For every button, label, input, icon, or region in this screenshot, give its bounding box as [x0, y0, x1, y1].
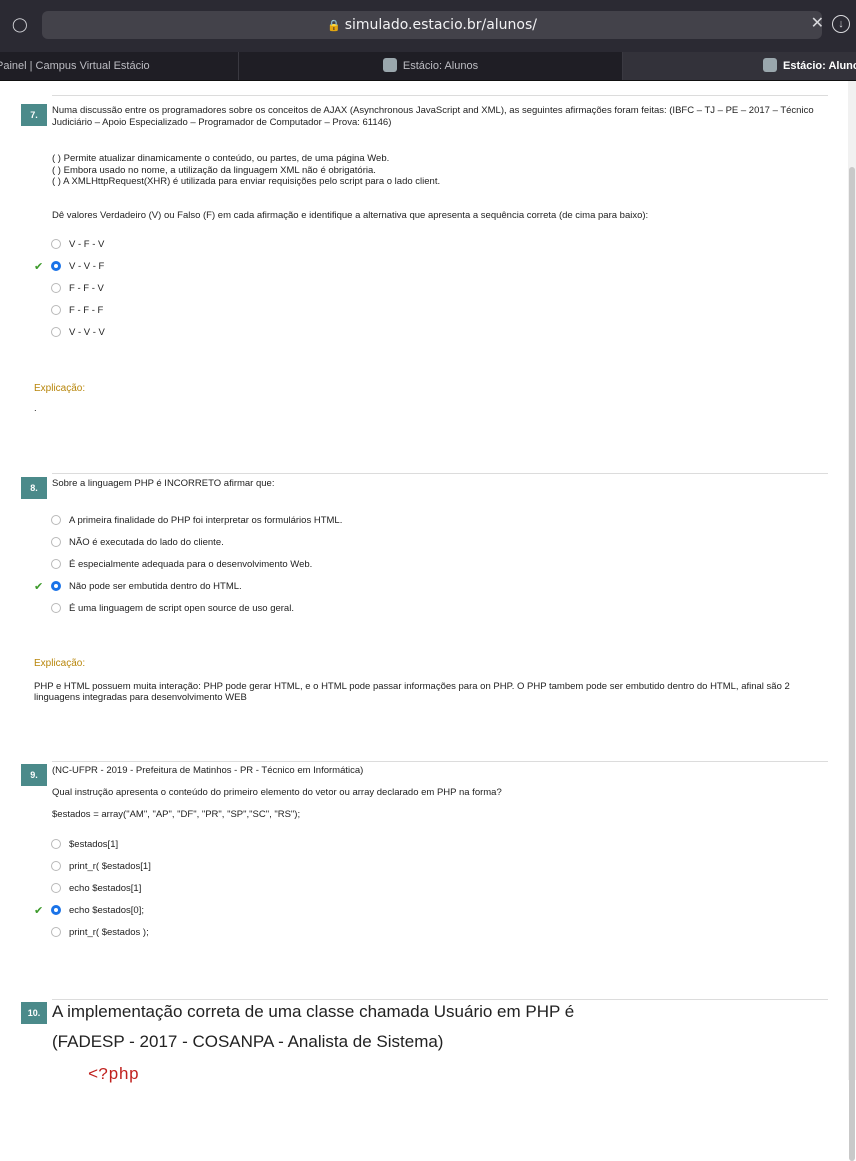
- tab-painel[interactable]: Painel | Campus Virtual Estácio: [0, 52, 239, 80]
- radio-button[interactable]: [51, 883, 61, 893]
- radio-button[interactable]: [51, 559, 61, 569]
- question-statement-2: Qual instrução apresenta o conteúdo do p…: [52, 787, 502, 798]
- favicon-icon: [382, 58, 397, 72]
- radio-button[interactable]: [51, 603, 61, 613]
- radio-button[interactable]: [51, 861, 61, 871]
- option[interactable]: É especialmente adequada para o desenvol…: [51, 558, 312, 572]
- lock-icon: 🔒: [326, 19, 341, 32]
- radio-button[interactable]: [51, 839, 61, 849]
- download-icon[interactable]: ↓: [832, 15, 850, 33]
- shield-icon[interactable]: ◯: [12, 16, 28, 32]
- tab-label: Estácio: Alunos: [402, 60, 479, 72]
- option[interactable]: NÃO é executada do lado do cliente.: [51, 536, 224, 550]
- tab-label: Estácio: Alunos: [783, 60, 856, 72]
- address-bar[interactable]: 🔒 simulado.estacio.br/alunos/: [42, 11, 822, 39]
- radio-button[interactable]: [51, 515, 61, 525]
- option[interactable]: V - F - V: [51, 238, 104, 252]
- option-label: $estados[1]: [69, 839, 119, 850]
- option-selected[interactable]: V - V - F: [51, 260, 104, 274]
- radio-button[interactable]: [51, 327, 61, 337]
- explanation-label: Explicação:: [34, 383, 86, 394]
- radio-button[interactable]: [51, 283, 61, 293]
- explanation-text: .: [34, 403, 37, 414]
- option-label: V - V - V: [69, 327, 105, 338]
- statement-item: ( ) A XMLHttpRequest(XHR) é utilizada pa…: [52, 176, 441, 187]
- divider: [52, 95, 828, 96]
- option-label: print_r( $estados );: [69, 927, 149, 938]
- option-label: V - F - V: [69, 239, 105, 250]
- option-label: echo $estados[0];: [69, 905, 144, 916]
- divider: [52, 761, 828, 762]
- check-icon: ✔: [34, 581, 44, 593]
- option[interactable]: A primeira finalidade do PHP foi interpr…: [51, 514, 342, 528]
- radio-button[interactable]: [51, 905, 61, 915]
- radio-button[interactable]: [51, 239, 61, 249]
- question-code: $estados = array("AM", "AP", "DF", "PR",…: [52, 809, 301, 820]
- question-number: 10.: [21, 1002, 47, 1024]
- browser-toolbar: ◯ 🔒 simulado.estacio.br/alunos/ ✕ ↓: [0, 0, 856, 52]
- favicon-icon: [763, 58, 777, 72]
- tab-strip: Painel | Campus Virtual Estácio Estácio:…: [0, 52, 856, 81]
- option[interactable]: print_r( $estados );: [51, 926, 149, 940]
- option-label: É especialmente adequada para o desenvol…: [69, 559, 313, 570]
- option-label: print_r( $estados[1]: [69, 861, 151, 872]
- page-content: 7. Numa discussão entre os programadores…: [0, 81, 848, 1085]
- option-label: echo $estados[1]: [69, 883, 142, 894]
- question-number: 7.: [21, 104, 47, 126]
- question-statement: Numa discussão entre os programadores so…: [52, 105, 814, 128]
- option-label: F - F - F: [69, 305, 104, 316]
- option[interactable]: F - F - F: [51, 304, 103, 318]
- question-statement: (NC-UFPR - 2019 - Prefeitura de Matinhos…: [52, 765, 364, 776]
- check-icon: ✔: [34, 905, 44, 917]
- radio-button[interactable]: [51, 581, 61, 591]
- explanation-label: Explicação:: [34, 658, 86, 669]
- question-number: 8.: [21, 477, 47, 499]
- explanation-text: PHP e HTML possuem muita interação: PHP …: [34, 681, 790, 703]
- option-label: É uma linguagem de script open source de…: [69, 603, 294, 614]
- option-label: Não pode ser embutida dentro do HTML.: [69, 581, 242, 592]
- radio-button[interactable]: [51, 261, 61, 271]
- close-icon[interactable]: ✕: [811, 16, 824, 32]
- statement-item: ( ) Embora usado no nome, a utilização d…: [52, 164, 376, 176]
- option[interactable]: F - F - V: [51, 282, 104, 296]
- question-instruction: Dê valores Verdadeiro (V) ou Falso (F) e…: [52, 210, 649, 221]
- tab-estacio-alunos-1[interactable]: Estácio: Alunos: [239, 52, 623, 80]
- tab-estacio-alunos-active[interactable]: Estácio: Alunos: [623, 52, 856, 80]
- statement-items: ( ) Permite atualizar dinamicamente o co…: [52, 153, 828, 188]
- tab-label: Painel | Campus Virtual Estácio: [0, 60, 150, 72]
- statement-item: ( ) Permite atualizar dinamicamente o co…: [52, 153, 390, 164]
- option-label: A primeira finalidade do PHP foi interpr…: [69, 515, 343, 526]
- option[interactable]: print_r( $estados[1]: [51, 860, 151, 874]
- option[interactable]: V - V - V: [51, 326, 105, 340]
- radio-button[interactable]: [51, 927, 61, 937]
- divider: [52, 473, 828, 474]
- option[interactable]: É uma linguagem de script open source de…: [51, 602, 294, 616]
- question-statement: Sobre a linguagem PHP é INCORRETO afirma…: [52, 478, 275, 489]
- option-selected[interactable]: echo $estados[0];: [51, 904, 144, 918]
- radio-button[interactable]: [51, 305, 61, 315]
- scrollbar-thumb[interactable]: [849, 167, 855, 1161]
- option-selected[interactable]: Não pode ser embutida dentro do HTML.: [51, 580, 242, 594]
- question-statement: A implementação correta de uma classe ch…: [52, 1002, 575, 1021]
- option[interactable]: echo $estados[1]: [51, 882, 141, 896]
- question-statement-2: (FADESP - 2017 - COSANPA - Analista de S…: [52, 1032, 444, 1051]
- question-number: 9.: [21, 764, 47, 786]
- option-label: NÃO é executada do lado do cliente.: [69, 537, 224, 548]
- radio-button[interactable]: [51, 537, 61, 547]
- question-code: <?php: [88, 1066, 140, 1085]
- check-icon: ✔: [34, 261, 44, 273]
- url-text: simulado.estacio.br/alunos/: [344, 17, 537, 33]
- scrollbar[interactable]: [848, 81, 856, 1161]
- divider: [52, 999, 828, 1000]
- option-label: F - F - V: [69, 283, 104, 294]
- option-label: V - V - F: [69, 261, 105, 272]
- option[interactable]: $estados[1]: [51, 838, 118, 852]
